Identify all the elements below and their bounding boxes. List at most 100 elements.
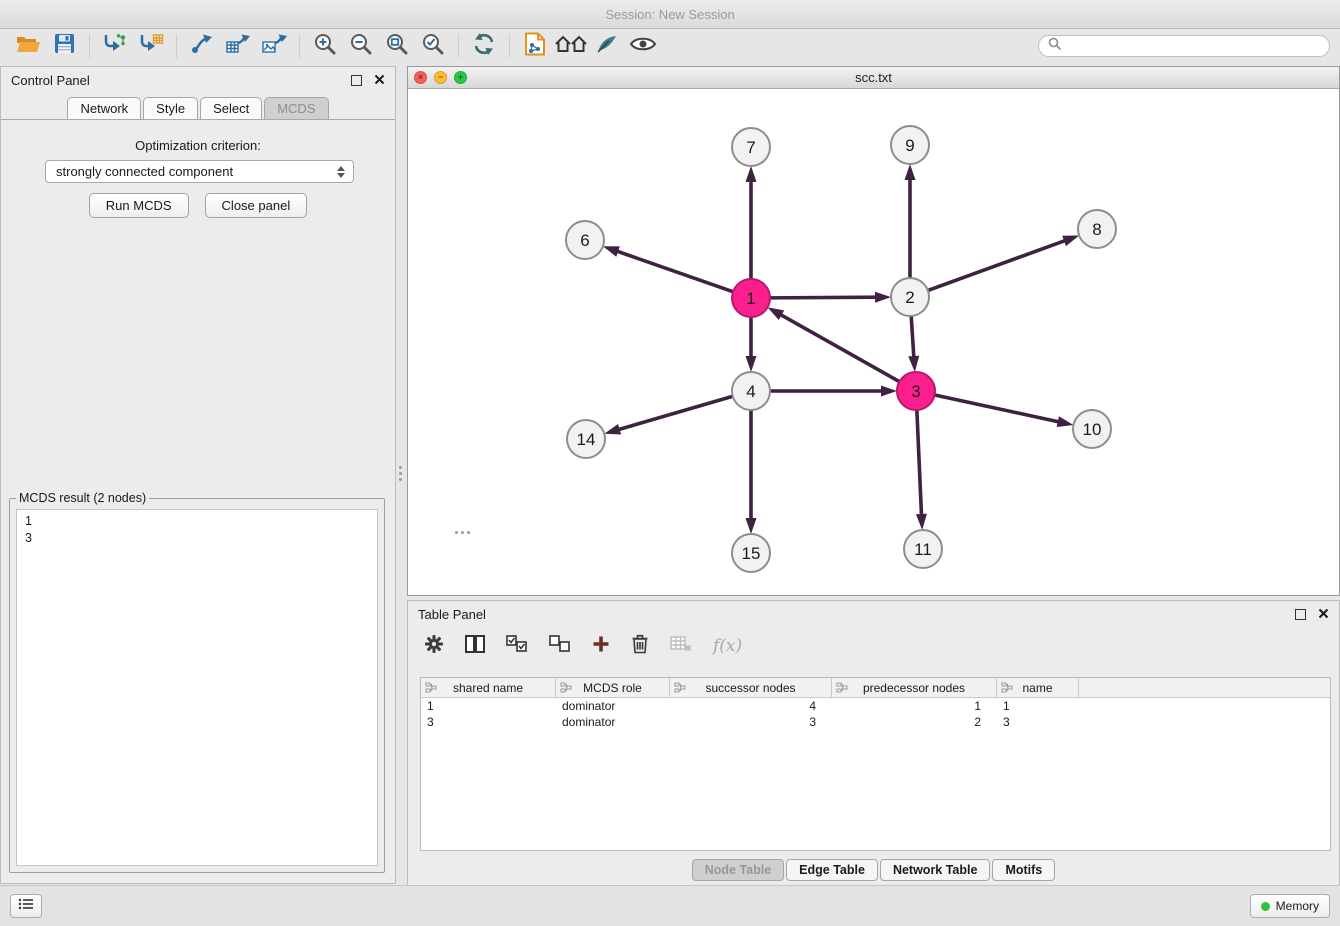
float-table-panel-icon[interactable] — [1295, 609, 1306, 620]
select-all-rows-icon[interactable] — [506, 635, 528, 658]
zoom-out-button[interactable] — [343, 31, 379, 61]
node-8[interactable]: 8 — [1078, 210, 1116, 248]
cytoscape-window: Session: New Session — [0, 0, 1340, 926]
edge-2-to-8[interactable] — [927, 240, 1068, 291]
node-label: 8 — [1092, 220, 1101, 239]
edge-4-to-14[interactable] — [616, 396, 734, 430]
network-canvas-wrap: 7 9 6 8 1 2 4 3 14 10 15 11 — [408, 88, 1339, 595]
tab-select[interactable]: Select — [200, 97, 262, 119]
column-header-predecessor-nodes[interactable]: predecessor nodes — [832, 678, 997, 697]
export-image-button[interactable] — [256, 31, 292, 61]
table-row[interactable]: 3dominator323 — [421, 714, 1330, 730]
splitter-grip-icon — [399, 466, 402, 481]
tab-network-table[interactable]: Network Table — [880, 859, 991, 881]
deselect-all-rows-icon[interactable] — [549, 635, 571, 658]
edge-3-to-11[interactable] — [917, 409, 922, 518]
column-header-shared-name[interactable]: shared name — [421, 678, 556, 697]
show-all-views-button[interactable] — [553, 31, 589, 61]
column-header-name[interactable]: name — [997, 678, 1079, 697]
export-network-icon — [190, 33, 214, 60]
node-4[interactable]: 4 — [732, 372, 770, 410]
save-session-button[interactable] — [46, 31, 82, 61]
open-session-button[interactable] — [10, 31, 46, 61]
memory-button[interactable]: Memory — [1250, 894, 1330, 918]
search-field[interactable] — [1038, 35, 1330, 57]
table-row[interactable]: 1dominator411 — [421, 698, 1330, 714]
combo-stepper-icon — [333, 166, 349, 178]
import-network-button[interactable] — [97, 31, 133, 61]
network-window-titlebar[interactable]: scc.txt × − + — [408, 67, 1339, 89]
node-9[interactable]: 9 — [891, 126, 929, 164]
table-cell: 2 — [832, 715, 997, 729]
table-settings-gear-icon[interactable] — [424, 634, 444, 659]
refresh-view-button[interactable] — [466, 31, 502, 61]
first-neighbors-button[interactable] — [517, 31, 553, 61]
node-15[interactable]: 15 — [732, 534, 770, 572]
edge-3-to-1[interactable] — [778, 313, 900, 382]
tab-edge-table[interactable]: Edge Table — [786, 859, 878, 881]
tab-node-table[interactable]: Node Table — [692, 859, 784, 881]
table-cell: dominator — [556, 715, 670, 729]
optimization-criterion-label: Optimization criterion: — [1, 138, 395, 153]
search-input[interactable] — [1067, 38, 1320, 54]
close-panel-icon[interactable] — [374, 73, 385, 88]
run-mcds-button[interactable]: Run MCDS — [89, 193, 189, 218]
zoom-fit-button[interactable] — [379, 31, 415, 61]
close-window-icon[interactable]: × — [414, 71, 427, 84]
mcds-result-box: MCDS result (2 nodes) 13 — [9, 491, 385, 873]
minimize-window-icon[interactable]: − — [434, 71, 447, 84]
edge-arrowhead-icon — [768, 307, 785, 320]
show-hide-graphics-button[interactable] — [625, 31, 661, 61]
zoom-out-icon — [349, 32, 373, 61]
show-column-icon[interactable] — [465, 635, 485, 658]
task-history-button[interactable] — [10, 894, 42, 918]
node-6[interactable]: 6 — [566, 221, 604, 259]
horizontal-splitter[interactable] — [455, 531, 470, 534]
tab-motifs[interactable]: Motifs — [992, 859, 1055, 881]
export-table-button[interactable] — [220, 31, 256, 61]
tab-network[interactable]: Network — [67, 97, 141, 119]
zoom-selected-button[interactable] — [415, 31, 451, 61]
column-header-MCDS-role[interactable]: MCDS role — [556, 678, 670, 697]
edge-arrowhead-icon — [905, 164, 916, 180]
optimization-criterion-select[interactable]: strongly connected component — [45, 160, 354, 183]
mcds-result-title: MCDS result (2 nodes) — [16, 491, 149, 505]
node-1[interactable]: 1 — [732, 279, 770, 317]
node-7[interactable]: 7 — [732, 128, 770, 166]
close-panel-button[interactable]: Close panel — [205, 193, 308, 218]
edge-1-to-6[interactable] — [614, 250, 734, 292]
node-label: 15 — [742, 544, 761, 563]
zoom-window-icon[interactable]: + — [454, 71, 467, 84]
zoom-in-button[interactable] — [307, 31, 343, 61]
vertical-splitter[interactable] — [396, 66, 407, 884]
node-label: 1 — [746, 289, 755, 308]
export-network-button[interactable] — [184, 31, 220, 61]
node-11[interactable]: 11 — [904, 530, 942, 568]
table-cell: 3 — [997, 715, 1079, 729]
node-label: 9 — [905, 136, 914, 155]
add-column-icon[interactable] — [592, 635, 610, 658]
node-14[interactable]: 14 — [567, 420, 605, 458]
import-table-button[interactable] — [133, 31, 169, 61]
delete-column-trash-icon[interactable] — [631, 634, 649, 659]
tab-style[interactable]: Style — [143, 97, 198, 119]
mcds-result-list[interactable]: 13 — [16, 509, 378, 866]
edge-2-to-3[interactable] — [911, 315, 914, 360]
node-label: 2 — [905, 288, 914, 307]
apply-style-button[interactable] — [589, 31, 625, 61]
edge-arrowhead-icon — [1057, 416, 1074, 427]
table-panel-tabs: Node Table Edge Table Network Table Moti… — [408, 859, 1339, 881]
close-table-panel-icon[interactable] — [1318, 607, 1329, 622]
tab-mcds[interactable]: MCDS — [264, 97, 328, 119]
save-floppy-icon — [54, 33, 75, 59]
network-canvas[interactable]: 7 9 6 8 1 2 4 3 14 10 15 11 — [408, 88, 1339, 595]
node-3[interactable]: 3 — [897, 372, 935, 410]
edge-3-to-10[interactable] — [934, 395, 1062, 423]
column-header-successor-nodes[interactable]: successor nodes — [670, 678, 832, 697]
node-2[interactable]: 2 — [891, 278, 929, 316]
edge-1-to-2[interactable] — [769, 297, 879, 298]
node-10[interactable]: 10 — [1073, 410, 1111, 448]
window-titlebar[interactable]: Session: New Session — [0, 0, 1340, 29]
brush-icon — [595, 33, 619, 60]
float-panel-icon[interactable] — [351, 75, 362, 86]
